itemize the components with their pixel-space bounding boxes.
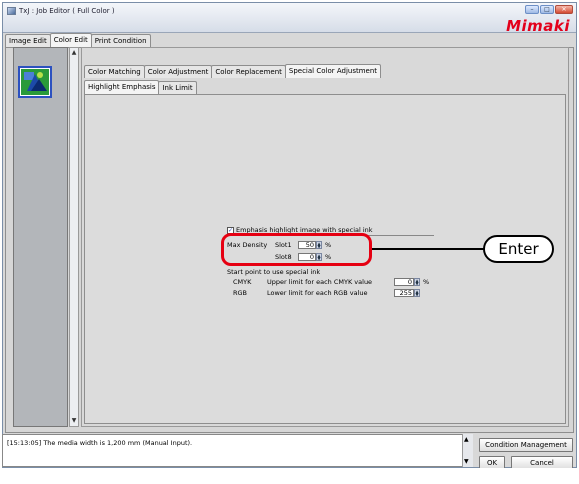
bottom-margin xyxy=(2,468,577,482)
callout-leader-line xyxy=(372,248,484,250)
scroll-up-icon[interactable]: ▲ xyxy=(70,49,78,57)
cmyk-limit-input[interactable]: 0 xyxy=(394,278,414,286)
start-point-label: Start point to use special ink xyxy=(227,268,321,276)
rgb-label: RGB xyxy=(233,289,248,297)
maximize-button[interactable]: □ xyxy=(540,5,554,14)
condition-management-button[interactable]: Condition Management xyxy=(479,438,573,452)
tab-image-edit[interactable]: Image Edit xyxy=(5,34,51,47)
scroll-down-icon[interactable]: ▼ xyxy=(70,417,78,425)
brand-logo: Mimaki xyxy=(506,17,570,35)
rgb-limit-input[interactable]: 255 xyxy=(394,289,414,297)
tab-special-color-adjustment[interactable]: Special Color Adjustment xyxy=(284,64,382,78)
enter-callout: Enter xyxy=(483,235,554,263)
image-thumbnail[interactable] xyxy=(18,66,52,98)
tab-highlight-emphasis[interactable]: Highlight Emphasis xyxy=(84,80,160,94)
log-message: [15:13:05] The media width is 1,200 mm (… xyxy=(7,439,193,447)
tab-color-edit[interactable]: Color Edit xyxy=(49,33,92,47)
tab-color-matching[interactable]: Color Matching xyxy=(84,65,145,78)
log-scroll-down-icon[interactable]: ▼ xyxy=(464,458,469,465)
color-edit-tabs: Color Matching Color Adjustment Color Re… xyxy=(84,64,382,79)
log-scroll-up-icon[interactable]: ▲ xyxy=(464,436,469,443)
tab-print-condition[interactable]: Print Condition xyxy=(90,34,151,47)
thumbnail-list[interactable] xyxy=(13,47,68,427)
close-button[interactable]: ✕ xyxy=(555,5,573,14)
minimize-button[interactable]: – xyxy=(525,5,539,14)
title-bar: TxJ : Job Editor ( Full Color ) – □ ✕ Mi… xyxy=(3,3,576,35)
window-title: TxJ : Job Editor ( Full Color ) xyxy=(19,7,115,15)
tab-ink-limit[interactable]: Ink Limit xyxy=(158,81,197,94)
tab-color-replacement[interactable]: Color Replacement xyxy=(211,65,286,78)
special-color-tabs: Highlight Emphasis Ink Limit xyxy=(84,80,197,95)
main-tabs: Image Edit Color Edit Print Condition xyxy=(5,33,151,48)
cmyk-label: CMYK xyxy=(233,278,252,286)
cmyk-description: Upper limit for each CMYK value xyxy=(267,278,373,286)
rgb-stepper-icon[interactable]: ▲ ▼ xyxy=(414,289,420,297)
cmyk-stepper-icon[interactable]: ▲ ▼ xyxy=(414,278,420,286)
message-log: [15:13:05] The media width is 1,200 mm (… xyxy=(2,434,473,467)
max-density-highlight-frame xyxy=(221,233,372,266)
cmyk-percent: % xyxy=(423,278,430,286)
log-scrollbar[interactable]: ▲ ▼ xyxy=(462,434,473,467)
thumbnail-scrollbar[interactable]: ▲ ▼ xyxy=(69,47,79,427)
tab-color-adjustment[interactable]: Color Adjustment xyxy=(143,65,213,78)
app-icon xyxy=(7,7,16,15)
rgb-description: Lower limit for each RGB value xyxy=(267,289,368,297)
